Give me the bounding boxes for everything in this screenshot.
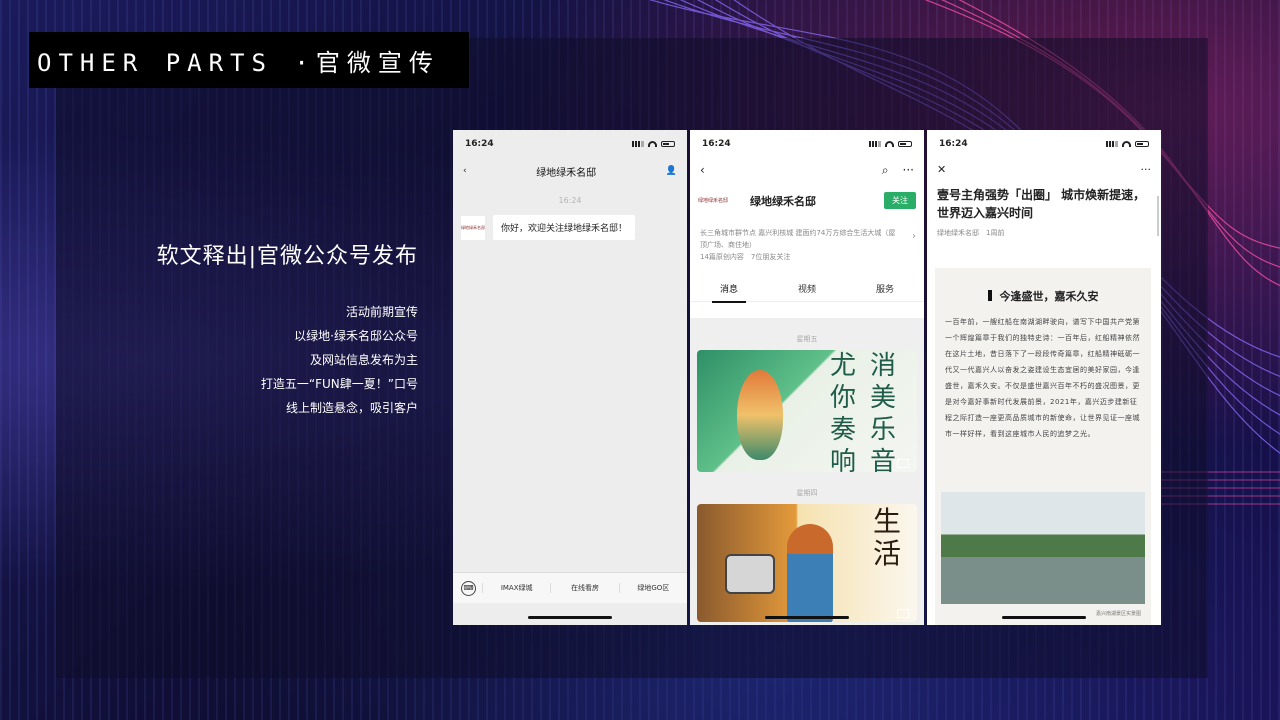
feed-date: 星期四 xyxy=(796,489,818,497)
menu-item[interactable]: 在线看房 xyxy=(550,583,618,593)
chat-title: 绿地绿禾名邸 xyxy=(536,167,597,179)
lake-photo xyxy=(941,492,1145,604)
description-line: 打造五一“FUN肆一夏！”口号 xyxy=(260,377,418,391)
tab-services[interactable]: 服务 xyxy=(846,282,924,295)
account-name: 绿地绿禾名邸 xyxy=(750,194,816,208)
home-indicator xyxy=(528,616,612,619)
account-header: 绿地绿禾名邸 绿地绿禾名邸 关注 xyxy=(690,182,924,209)
phone-screenshot-chat: 16:24 ‹ 绿地绿禾名邸 👤 16:24 绿地绿禾名邸 你好，欢迎关注绿地绿… xyxy=(453,130,687,625)
status-time: 16:24 xyxy=(465,139,494,149)
account-logo: 绿地绿禾名邸 xyxy=(698,198,729,204)
article-meta[interactable]: 绿地绿禾名邸 1周前 xyxy=(927,222,1161,238)
description-line: 活动前期宣传 xyxy=(345,305,418,319)
keyboard-icon[interactable]: ⌨ xyxy=(461,580,476,596)
tab-messages[interactable]: 消息 xyxy=(690,282,768,303)
back-icon[interactable]: ‹ xyxy=(463,166,467,176)
account-intro[interactable]: 长三角城市群节点 嘉兴利核城 建面约74万方综合生活大城（屋顶广场、商住地） › xyxy=(690,209,924,251)
tab-videos[interactable]: 视频 xyxy=(768,282,846,295)
back-icon[interactable]: ‹ xyxy=(700,163,705,177)
article-text: 一百年前，一艘红船在南湖湖畔驶向，谱写下中国共产党第一个辉煌篇章于我们的独特史诗… xyxy=(945,318,1140,438)
search-icon[interactable]: ⌕ xyxy=(882,163,889,178)
follow-button[interactable]: 关注 xyxy=(884,192,916,209)
chat-menu-bar: ⌨ IMAX绿城 在线看房 绿地GO区 xyxy=(453,572,687,603)
signal-icon xyxy=(869,141,881,147)
article-nav-bar: ✕ ··· xyxy=(927,158,1161,180)
more-icon[interactable]: ··· xyxy=(1141,163,1152,176)
cooking-pot-illustration xyxy=(725,554,775,594)
status-bar: 16:24 xyxy=(453,130,687,158)
photo-caption: 嘉兴南湖景区实景图 xyxy=(1095,611,1141,617)
article-card[interactable]: 尤消 你美 奏乐 响音 xyxy=(697,350,917,472)
battery-icon xyxy=(1135,141,1149,147)
profile-tabs: 消息 视频 服务 xyxy=(690,275,924,303)
card-headline: 尤消 你美 奏乐 响音 xyxy=(829,351,896,472)
image-icon xyxy=(897,609,909,618)
chat-message: 绿地绿禾名邸 你好，欢迎关注绿地绿禾名邸！ xyxy=(461,215,687,240)
slide-title: OTHER PARTS ·官微宣传 xyxy=(37,48,440,77)
message-timestamp: 16:24 xyxy=(558,196,582,205)
woman-illustration xyxy=(787,524,833,622)
status-time: 16:24 xyxy=(939,139,968,149)
home-indicator xyxy=(1002,616,1086,619)
more-icon[interactable]: ··· xyxy=(903,163,914,178)
phone-screenshot-article: 16:24 ✕ ··· 壹号主角强势「出圈」 城市焕新提速，世界迈入嘉兴时间 绿… xyxy=(927,130,1161,625)
chevron-right-icon: › xyxy=(912,231,916,242)
description-line: 以绿地·绿禾名邸公众号 xyxy=(294,329,418,343)
avatar[interactable]: 绿地绿禾名邸 xyxy=(461,215,485,240)
status-bar: 16:24 xyxy=(927,130,1161,158)
scrollbar[interactable] xyxy=(1157,196,1159,236)
wifi-icon xyxy=(1122,141,1131,147)
article-heading: 今逢盛世，嘉禾久安 xyxy=(935,288,1151,304)
signal-icon xyxy=(1106,141,1118,147)
guitar-illustration xyxy=(737,370,783,460)
slide-title-box: OTHER PARTS ·官微宣传 xyxy=(29,32,469,88)
account-intro-text: 长三角城市群节点 嘉兴利核城 建面约74万方综合生活大城（屋顶广场、商住地） xyxy=(700,229,896,249)
card-headline: 生活 xyxy=(872,505,901,570)
menu-item[interactable]: IMAX绿城 xyxy=(482,583,550,593)
home-indicator xyxy=(765,616,849,619)
description-line: 线上制造悬念，吸引客户 xyxy=(285,401,418,415)
account-stats: 14篇原创内容 7位朋友关注 xyxy=(700,253,791,261)
phone-screenshot-profile: 16:24 ‹ ⌕ ··· 绿地绿禾名邸 绿地绿禾名邸 关注 长三角城市群节点 … xyxy=(690,130,924,625)
status-time: 16:24 xyxy=(702,139,731,149)
slide-subtitle: 软文释出|官微公众号发布 xyxy=(156,244,418,269)
description-block: 软文释出|官微公众号发布 活动前期宣传 以绿地·绿禾名邸公众号 及网站信息发布为… xyxy=(157,238,418,420)
article-title: 壹号主角强势「出圈」 城市焕新提速，世界迈入嘉兴时间 xyxy=(937,188,1146,220)
article-body: 今逢盛世，嘉禾久安 一百年前，一艘红船在南湖湖畔驶向，谱写下中国共产党第一个辉煌… xyxy=(935,268,1151,625)
close-icon[interactable]: ✕ xyxy=(937,163,946,176)
signal-icon xyxy=(632,141,644,147)
feed-date: 星期五 xyxy=(796,335,818,343)
menu-item[interactable]: 绿地GO区 xyxy=(618,583,687,593)
description-line: 及网站信息发布为主 xyxy=(309,353,418,367)
message-bubble[interactable]: 你好，欢迎关注绿地绿禾名邸！ xyxy=(493,215,636,240)
profile-nav-bar: ‹ ⌕ ··· xyxy=(690,158,924,182)
profile-icon[interactable]: 👤 xyxy=(666,166,677,176)
battery-icon xyxy=(661,141,675,147)
status-bar: 16:24 xyxy=(690,130,924,158)
image-icon xyxy=(897,459,909,468)
message-feed: 星期五 尤消 你美 奏乐 响音 星期四 生活 xyxy=(690,318,924,625)
article-card[interactable]: 生活 xyxy=(697,504,917,622)
chat-nav-bar: ‹ 绿地绿禾名邸 👤 xyxy=(453,158,687,184)
battery-icon xyxy=(898,141,912,147)
wifi-icon xyxy=(885,141,894,147)
wifi-icon xyxy=(648,141,657,147)
